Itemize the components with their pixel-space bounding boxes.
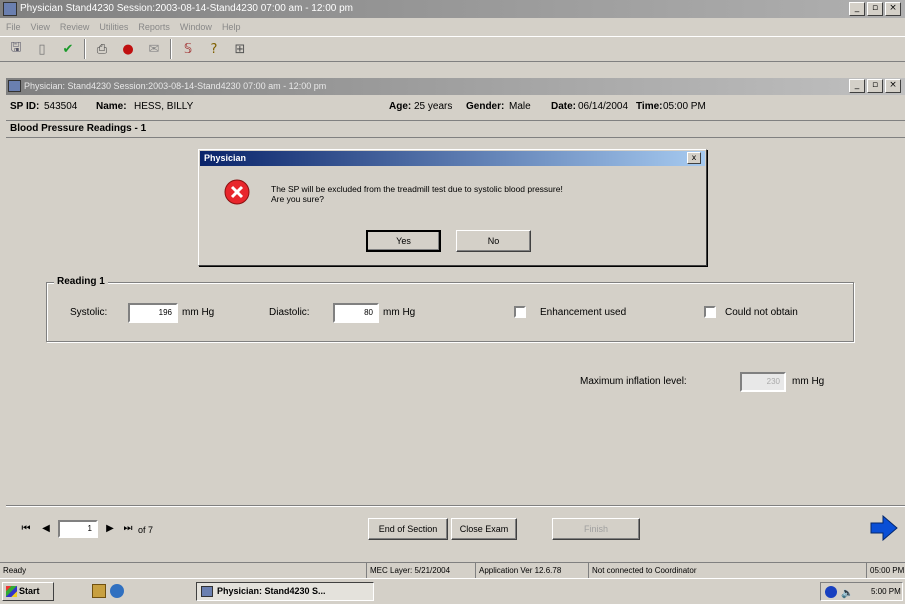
confirm-dialog xyxy=(198,149,707,266)
dialog-message-line2: Are you sure? xyxy=(271,194,324,204)
max-inflation-label: Maximum inflation level: xyxy=(580,376,687,387)
app-title: Physician Stand4230 Session:2003-08-14-S… xyxy=(20,3,354,14)
could-not-obtain-checkbox[interactable] xyxy=(704,306,716,318)
next-page-icon[interactable]: ▶ xyxy=(102,522,118,538)
yes-button[interactable]: Yes xyxy=(366,230,441,252)
tools-icon[interactable]: ⊞ xyxy=(230,39,250,59)
record-icon[interactable]: ● xyxy=(118,39,138,59)
no-button[interactable]: No xyxy=(456,230,531,252)
help-icon[interactable]: ? xyxy=(204,39,224,59)
start-label: Start xyxy=(19,586,40,596)
systolic-unit: mm Hg xyxy=(182,307,215,318)
menu-review[interactable]: Review xyxy=(60,22,90,32)
first-page-icon[interactable]: ⏮ xyxy=(18,522,34,538)
max-inflation-unit: mm Hg xyxy=(792,376,825,387)
save-icon[interactable]: 🖫 xyxy=(6,39,26,59)
menu-view[interactable]: View xyxy=(31,22,50,32)
print-icon[interactable]: ⎙ xyxy=(92,39,112,59)
sp-header: SP ID: 543504 Name: HESS, BILLY Age: 25 … xyxy=(6,96,905,118)
sp-id-label: SP ID: xyxy=(10,101,40,112)
status-coordinator: Not connected to Coordinator xyxy=(588,563,697,578)
clock: 5:00 PM xyxy=(871,587,901,596)
inner-minimize-button[interactable]: _ xyxy=(849,79,865,93)
volume-icon[interactable]: 🔈 xyxy=(841,585,853,602)
section-title: Blood Pressure Readings - 1 xyxy=(6,120,905,138)
menu-reports[interactable]: Reports xyxy=(138,22,170,32)
enhancement-label: Enhancement used xyxy=(540,307,627,318)
menu-help[interactable]: Help xyxy=(222,22,241,32)
toolbar-separator xyxy=(170,39,172,59)
window-icon xyxy=(8,80,21,92)
dialog-close-button[interactable]: x xyxy=(687,152,701,164)
name-label: Name: xyxy=(96,101,127,112)
diastolic-input[interactable]: 80 xyxy=(333,303,379,323)
inner-close-button[interactable]: × xyxy=(885,79,901,93)
taskbar xyxy=(0,578,905,604)
browser-icon[interactable] xyxy=(110,584,124,598)
reading-group-legend: Reading 1 xyxy=(54,276,108,287)
minimize-button[interactable]: _ xyxy=(849,2,865,16)
bottom-separator xyxy=(6,505,905,507)
page-count: of 7 xyxy=(138,525,154,535)
calculator-icon[interactable]: 𝕊 xyxy=(178,39,198,59)
menu-window[interactable]: Window xyxy=(180,22,212,32)
app-title-bar: Physician Stand4230 Session:2003-08-14-S… xyxy=(0,0,905,18)
restore-button[interactable]: ▫ xyxy=(867,2,883,16)
last-page-icon[interactable]: ⏭ xyxy=(120,522,136,538)
diastolic-label: Diastolic: xyxy=(269,307,310,318)
close-exam-button[interactable]: Close Exam xyxy=(451,518,517,540)
inner-window-title: Physician: Stand4230 Session:2003-08-14-… xyxy=(24,81,327,91)
date-label: Date: xyxy=(551,101,577,112)
toolbar-separator xyxy=(84,39,86,59)
desktop-icon[interactable] xyxy=(92,584,106,598)
date-value: 06/14/2004 xyxy=(578,101,629,112)
finish-button[interactable]: Finish xyxy=(552,518,640,540)
time-value: 05:00 PM xyxy=(663,101,706,112)
diastolic-unit: mm Hg xyxy=(383,307,416,318)
windows-logo-icon xyxy=(6,586,17,597)
taskbar-task-label: Physician: Stand4230 S... xyxy=(217,586,326,596)
age-label: Age: xyxy=(389,101,412,112)
systolic-input[interactable]: 196 xyxy=(128,303,178,323)
error-icon xyxy=(224,179,250,208)
system-tray: 🔈 5:00 PM xyxy=(820,582,903,601)
age-value: 25 years xyxy=(414,101,453,112)
name-value: HESS, BILLY xyxy=(134,101,194,112)
max-inflation-input[interactable]: 230 xyxy=(740,372,786,392)
menu-file[interactable]: File xyxy=(6,22,21,32)
sp-id-value: 543504 xyxy=(44,101,78,112)
menu-bar: File View Review Utilities Reports Windo… xyxy=(0,18,905,36)
time-label: Time: xyxy=(636,101,663,112)
end-of-section-button[interactable]: End of Section xyxy=(368,518,448,540)
status-time: 05:00 PM xyxy=(866,563,904,578)
status-ready: Ready xyxy=(3,566,27,575)
next-arrow-icon[interactable] xyxy=(866,513,902,543)
app-icon xyxy=(3,2,17,16)
network-icon[interactable] xyxy=(825,586,837,598)
status-bar: Ready MEC Layer: 5/21/2004 Application V… xyxy=(0,562,905,578)
inner-window-title-bar: Physician: Stand4230 Session:2003-08-14-… xyxy=(6,78,905,95)
page-number-input[interactable]: 1 xyxy=(58,520,98,538)
dialog-title: Physician xyxy=(200,151,705,166)
toolbar: 🖫 ▯ ✔ ⎙ ● ✉ 𝕊 ? ⊞ xyxy=(0,36,905,62)
gender-label: Gender: xyxy=(466,101,505,112)
prev-page-icon[interactable]: ◀ xyxy=(38,522,54,538)
mail-icon[interactable]: ✉ xyxy=(144,39,164,59)
gender-value: Male xyxy=(509,101,531,112)
systolic-label: Systolic: xyxy=(70,307,108,318)
document-icon[interactable]: ▯ xyxy=(32,39,52,59)
enhancement-checkbox[interactable] xyxy=(514,306,526,318)
checkmark-icon[interactable]: ✔ xyxy=(58,39,78,59)
close-button[interactable]: × xyxy=(885,2,901,16)
could-not-obtain-label: Could not obtain xyxy=(725,307,798,318)
app-window-icon xyxy=(201,586,213,597)
menu-utilities[interactable]: Utilities xyxy=(99,22,128,32)
inner-restore-button[interactable]: ▫ xyxy=(867,79,883,93)
status-app-version: Application Ver 12.6.78 xyxy=(475,563,561,578)
start-button[interactable]: Start xyxy=(2,582,54,601)
taskbar-physician-button[interactable]: Physician: Stand4230 S... xyxy=(196,582,374,601)
status-mec-layer: MEC Layer: 5/21/2004 xyxy=(366,563,450,578)
